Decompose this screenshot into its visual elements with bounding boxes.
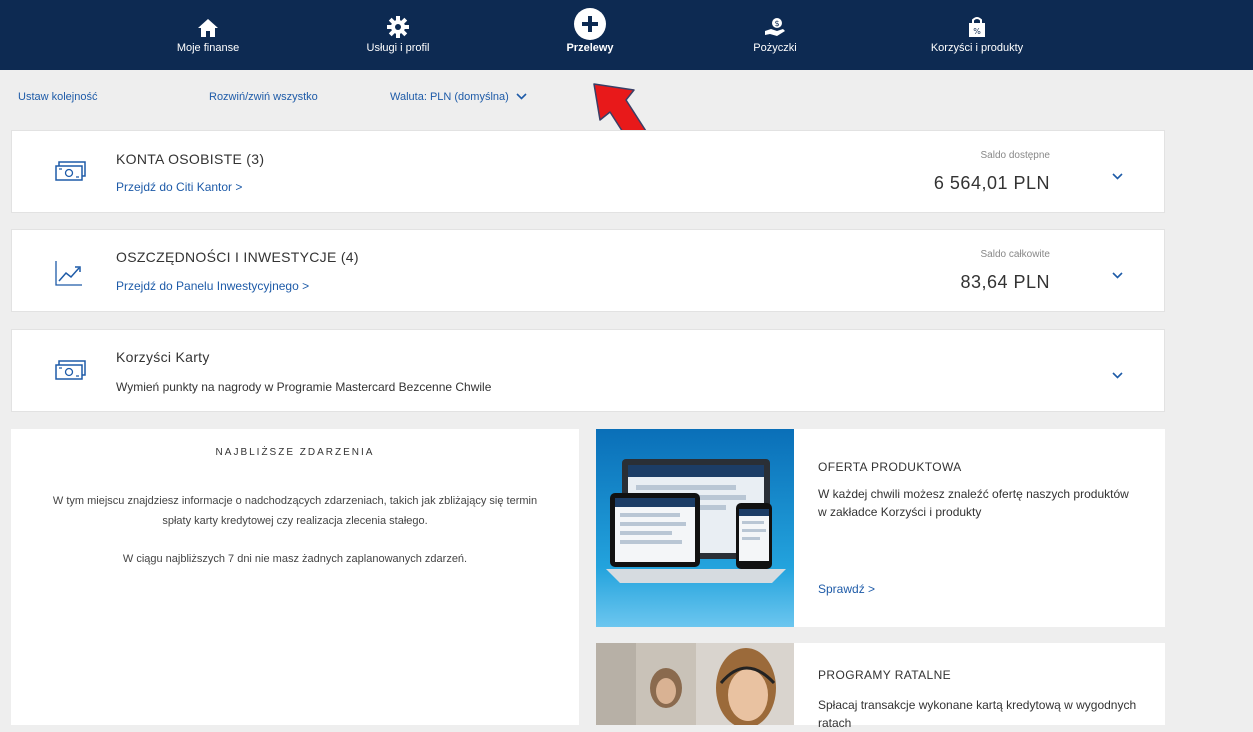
nav-item-uslugi-i-profil[interactable]: Usługi i profil: [353, 0, 443, 70]
nav-label: Korzyści i produkty: [930, 42, 1024, 54]
upcoming-events-card: NAJBLIŻSZE ZDARZENIA W tym miejscu znajd…: [11, 429, 579, 725]
panel-title: KONTA OSOBISTE (3): [116, 151, 265, 167]
events-description: W tym miejscu znajdziesz informacje o na…: [52, 495, 538, 527]
nav-item-pozyczki[interactable]: $ Pożyczki: [745, 0, 805, 70]
balance-value: 83,64 PLN: [960, 272, 1050, 292]
events-empty-message: W ciągu najbliższych 7 dni nie masz żadn…: [122, 553, 468, 565]
chevron-down-icon[interactable]: [1112, 167, 1123, 185]
gear-icon: [387, 0, 409, 38]
shopping-bag-icon: %: [967, 0, 987, 38]
balance-value: 6 564,01 PLN: [933, 173, 1050, 193]
call-center-image: [596, 643, 794, 728]
panel-title: OSZCZĘDNOŚCI I INWESTYCJE (4): [116, 249, 359, 265]
nav-item-moje-finanse[interactable]: Moje finanse: [168, 0, 248, 70]
plus-circle-icon: [574, 0, 606, 40]
nav-label: Przelewy: [566, 42, 614, 54]
devices-image: [596, 429, 794, 627]
money-hand-icon: $: [764, 0, 786, 38]
events-title: NAJBLIŻSZE ZDARZENIA: [215, 447, 375, 458]
nav-item-przelewy[interactable]: Przelewy: [560, 0, 620, 70]
balance-label: Saldo całkowite: [980, 249, 1050, 260]
reorder-link[interactable]: Ustaw kolejność: [18, 91, 97, 103]
product-offer-card: OFERTA PRODUKTOWA W każdej chwili możesz…: [596, 429, 1165, 627]
savings-investments-panel[interactable]: OSZCZĘDNOŚCI I INWESTYCJE (4) Przejdź do…: [11, 229, 1165, 312]
home-icon: [197, 0, 219, 38]
trend-chart-icon: [54, 259, 84, 292]
chevron-down-icon[interactable]: [1112, 266, 1123, 284]
chevron-down-icon: [516, 91, 527, 103]
panel-subtitle: Wymień punkty na nagrody w Programie Mas…: [116, 380, 492, 394]
expand-collapse-link[interactable]: Rozwiń/zwiń wszystko: [209, 91, 318, 103]
offer-title: PROGRAMY RATALNE: [818, 668, 952, 682]
currency-label: Waluta: PLN (domyślna): [390, 91, 509, 103]
check-offer-link[interactable]: Sprawdź >: [818, 582, 875, 596]
offer-title: OFERTA PRODUKTOWA: [818, 460, 962, 474]
banknote-icon: [54, 160, 88, 187]
offer-text: W każdej chwili możesz znaleźć ofertę na…: [818, 487, 1129, 519]
svg-text:%: %: [973, 27, 981, 36]
citi-kantor-link[interactable]: Przejdź do Citi Kantor >: [116, 180, 242, 194]
nav-label: Moje finanse: [176, 42, 240, 54]
nav-item-korzysci-i-produkty[interactable]: % Korzyści i produkty: [917, 0, 1037, 70]
offer-text: Spłacaj transakcje wykonane kartą kredyt…: [818, 698, 1137, 730]
panel-title: Korzyści Karty: [116, 349, 210, 365]
balance-label: Saldo dostępne: [980, 150, 1050, 161]
top-navigation: Moje finanse Usługi i profil Przelewy $ …: [0, 0, 1253, 73]
banknote-icon: [54, 359, 88, 386]
card-benefits-panel[interactable]: Korzyści Karty Wymień punkty na nagrody …: [11, 329, 1165, 412]
currency-selector[interactable]: Waluta: PLN (domyślna): [390, 91, 527, 103]
nav-label: Pożyczki: [753, 42, 797, 54]
nav-label: Usługi i profil: [366, 42, 430, 54]
personal-accounts-panel[interactable]: KONTA OSOBISTE (3) Przejdź do Citi Kanto…: [11, 130, 1165, 213]
investment-panel-link[interactable]: Przejdź do Panelu Inwestycyjnego >: [116, 279, 309, 293]
installment-programs-card: PROGRAMY RATALNE Spłacaj transakcje wyko…: [596, 643, 1165, 730]
chevron-down-icon[interactable]: [1112, 366, 1123, 384]
svg-text:$: $: [774, 19, 779, 28]
